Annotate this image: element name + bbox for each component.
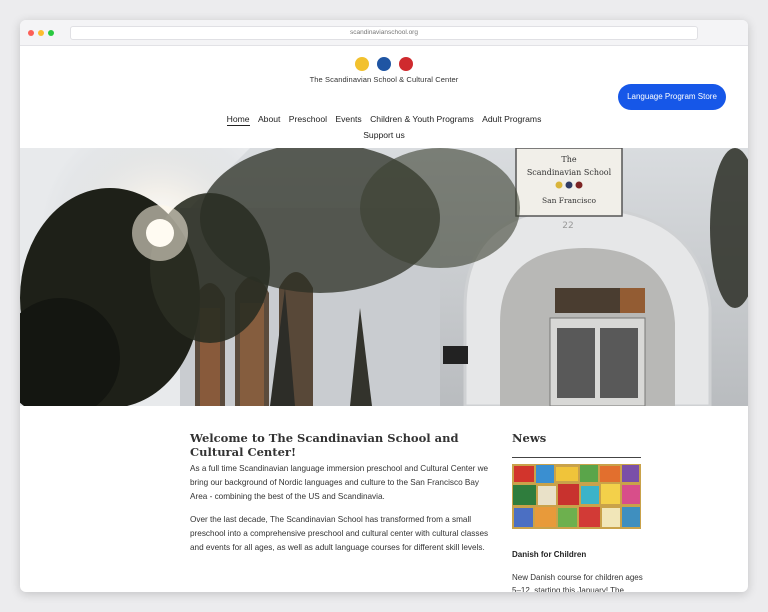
- news-item-summary: New Danish course for children ages 5–12…: [512, 573, 643, 592]
- site-header: The Scandinavian School & Cultural Cente…: [20, 46, 748, 148]
- news-heading: News: [512, 431, 547, 445]
- close-window-button[interactable]: [28, 30, 34, 36]
- address-number: 22: [562, 221, 573, 231]
- news-item-title[interactable]: Danish for Children: [512, 550, 586, 559]
- news-item-image[interactable]: [512, 464, 641, 529]
- nav-support-us[interactable]: Support us: [363, 130, 405, 140]
- browser-window: scandinavianschool.org The Scandinavian …: [20, 20, 748, 592]
- logo-yellow-dot: [355, 57, 369, 71]
- intro-paragraph-1: As a full time Scandinavian language imm…: [190, 464, 489, 501]
- language-program-store-button[interactable]: Language Program Store: [618, 84, 726, 110]
- sign-line1: The: [561, 155, 576, 164]
- maximize-window-button[interactable]: [48, 30, 54, 36]
- hero-image: The Scandinavian School San Francisco 22: [20, 148, 748, 406]
- childrens-books-image: [512, 464, 641, 529]
- intro-paragraph-2: Over the last decade, The Scandinavian S…: [190, 515, 489, 552]
- main-nav: Home About Preschool Events Children & Y…: [20, 114, 748, 126]
- nav-adult-programs[interactable]: Adult Programs: [482, 114, 541, 124]
- sign-line3: San Francisco: [542, 196, 597, 205]
- logo-text[interactable]: The Scandinavian School & Cultural Cente…: [284, 75, 484, 84]
- news-divider: [512, 457, 641, 458]
- logo-blue-dot: [377, 57, 391, 71]
- address-bar[interactable]: scandinavianschool.org: [70, 26, 698, 40]
- minimize-window-button[interactable]: [38, 30, 44, 36]
- nav-preschool[interactable]: Preschool: [289, 114, 327, 124]
- main-content: Welcome to The Scandinavian School and C…: [20, 406, 748, 592]
- nav-about[interactable]: About: [258, 114, 280, 124]
- main-nav-row2: Support us: [20, 130, 748, 140]
- browser-toolbar: scandinavianschool.org: [20, 20, 748, 46]
- school-building-photo: The Scandinavian School San Francisco 22: [20, 148, 748, 406]
- nav-events[interactable]: Events: [335, 114, 361, 124]
- welcome-heading: Welcome to The Scandinavian School and C…: [190, 431, 459, 459]
- logo[interactable]: [355, 57, 413, 71]
- nav-home[interactable]: Home: [226, 114, 250, 126]
- nav-children-youth-programs[interactable]: Children & Youth Programs: [370, 114, 474, 124]
- sign-line2: Scandinavian School: [527, 168, 612, 177]
- logo-red-dot: [399, 57, 413, 71]
